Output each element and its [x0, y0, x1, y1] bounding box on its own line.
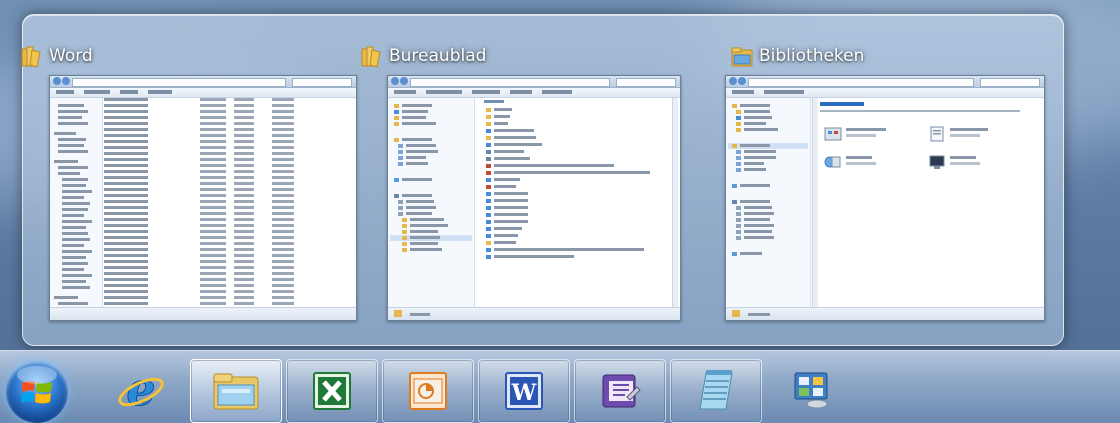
- windows-explorer-icon: [213, 373, 259, 410]
- thumbnail-word[interactable]: Word: [21, 39, 363, 339]
- control-panel-icon: [794, 372, 828, 409]
- taskbar-control-panel[interactable]: [780, 359, 842, 421]
- windows-start-orb-icon: [17, 366, 57, 404]
- taskbar-excel[interactable]: [286, 359, 378, 423]
- window-preview-word: [49, 75, 357, 321]
- thumbnail-title: Word: [49, 46, 93, 66]
- library-folder-icon: [731, 47, 753, 67]
- library-folder-icon: [21, 46, 41, 68]
- powerpoint-icon: [409, 372, 447, 410]
- taskbar-thumbnail-preview: Word Bureaublad Bibliotheken: [21, 14, 1064, 346]
- taskbar-internet-explorer[interactable]: e: [110, 359, 172, 421]
- taskbar: e W: [0, 350, 1120, 423]
- notepad-icon: [699, 370, 733, 410]
- thumbnail-title: Bibliotheken: [759, 46, 865, 66]
- svg-text:e: e: [126, 365, 155, 415]
- window-preview-bureaublad: [387, 75, 681, 321]
- taskbar-windows-explorer[interactable]: [190, 359, 282, 423]
- thumbnail-bureaublad[interactable]: Bureaublad: [361, 39, 703, 339]
- taskbar-notepad[interactable]: [670, 359, 762, 423]
- word-icon: W: [505, 372, 543, 410]
- start-button[interactable]: [6, 361, 68, 423]
- internet-explorer-icon: e: [118, 365, 164, 415]
- thumbnail-title: Bureaublad: [389, 46, 487, 66]
- thumbnail-bibliotheken[interactable]: Bibliotheken: [703, 39, 1053, 339]
- svg-text:W: W: [511, 380, 537, 406]
- infopath-icon: [602, 374, 641, 408]
- taskbar-word[interactable]: W: [478, 359, 570, 423]
- taskbar-infopath[interactable]: [574, 359, 666, 423]
- excel-icon: [313, 372, 351, 410]
- taskbar-powerpoint[interactable]: [382, 359, 474, 423]
- library-folder-icon: [361, 46, 381, 68]
- window-preview-bibliotheken: [725, 75, 1045, 321]
